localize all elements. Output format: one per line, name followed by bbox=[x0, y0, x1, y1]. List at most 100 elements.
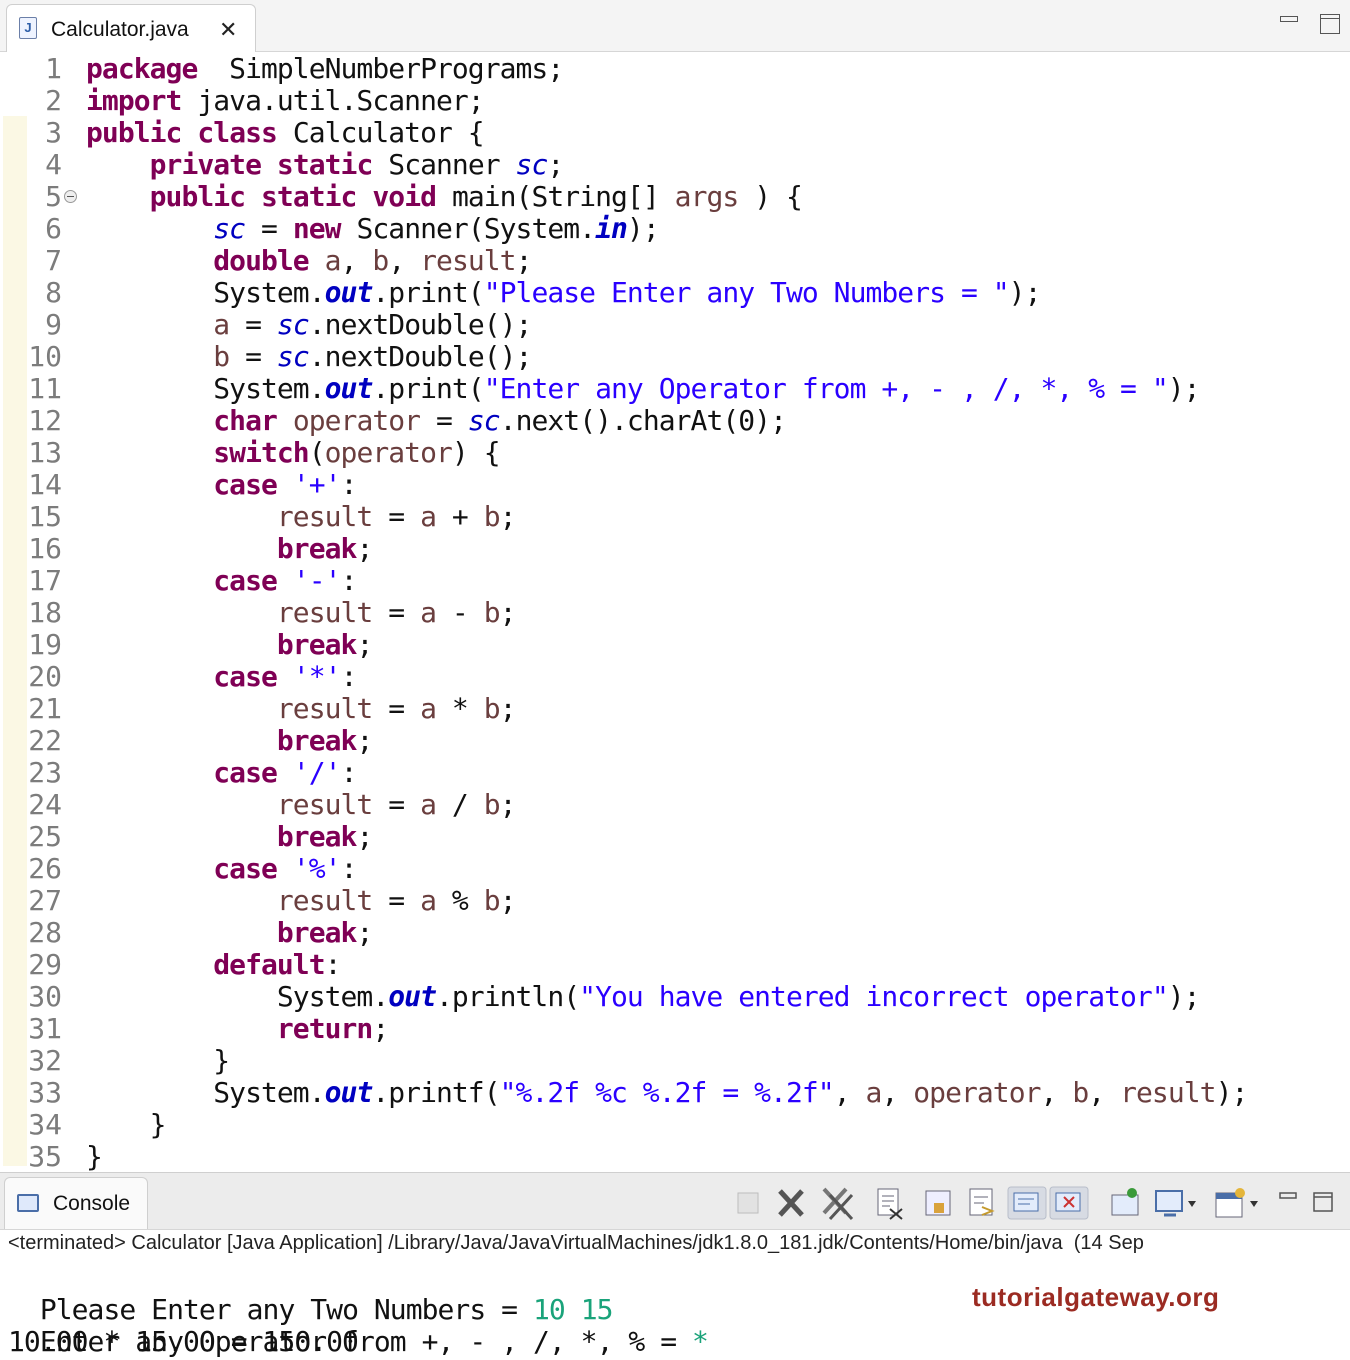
code-text: result = a - b; bbox=[86, 596, 517, 629]
code-line[interactable]: 18 result = a - b; bbox=[0, 597, 1350, 629]
code-token: ; bbox=[499, 692, 517, 725]
code-line[interactable]: 27 result = a % b; bbox=[0, 885, 1350, 917]
code-line[interactable]: 12 char operator = sc.next().charAt(0); bbox=[0, 405, 1350, 437]
code-token: b bbox=[483, 500, 501, 533]
line-number: 27 bbox=[28, 884, 62, 917]
code-text: return; bbox=[86, 1013, 389, 1045]
code-line[interactable]: 23 case '/': bbox=[0, 757, 1350, 789]
code-line[interactable]: 24 result = a / b; bbox=[0, 789, 1350, 821]
remove-all-launches-icon[interactable] bbox=[822, 1187, 854, 1221]
code-token: .next().charAt(0); bbox=[499, 404, 787, 437]
code-line[interactable]: 20 case '*': bbox=[0, 661, 1350, 693]
pin-console-icon[interactable] bbox=[1111, 1188, 1139, 1216]
fold-toggle-icon[interactable] bbox=[64, 190, 77, 203]
code-line[interactable]: 14 case '+': bbox=[0, 469, 1350, 501]
line-number: 30 bbox=[28, 980, 62, 1013]
code-line[interactable]: 35} bbox=[0, 1141, 1350, 1173]
code-token: ( bbox=[308, 436, 326, 469]
code-line[interactable]: 25 break; bbox=[0, 821, 1350, 853]
console-tab-bar: Console bbox=[0, 1172, 1350, 1230]
code-text: case '/': bbox=[86, 756, 357, 789]
open-console-icon[interactable] bbox=[1215, 1188, 1258, 1218]
code-line[interactable]: 30 System.out.println("You have entered … bbox=[0, 981, 1350, 1013]
code-token: : bbox=[340, 564, 358, 597]
code-line[interactable]: 28 break; bbox=[0, 917, 1350, 949]
user-input-2: * bbox=[692, 1325, 709, 1358]
code-token: .nextDouble(); bbox=[308, 340, 533, 373]
code-token: ); bbox=[626, 212, 660, 245]
minimize-icon[interactable] bbox=[1280, 16, 1298, 22]
console-output-line-3[interactable]: 10.00 * 15.00 = 150.00 bbox=[8, 1326, 359, 1358]
line-number: 19 bbox=[28, 628, 62, 661]
code-token: } bbox=[86, 1108, 167, 1141]
code-token: out bbox=[324, 1076, 374, 1109]
tab-calculator-java[interactable]: J Calculator.java ✕ bbox=[6, 4, 256, 52]
code-line[interactable]: 2 import java.util.Scanner; bbox=[0, 85, 1350, 117]
code-line[interactable]: 19 break; bbox=[0, 629, 1350, 661]
code-line[interactable]: 7 double a, b, result; bbox=[0, 245, 1350, 277]
code-line[interactable]: 10 b = sc.nextDouble(); bbox=[0, 341, 1350, 373]
code-line[interactable]: 5 public static void main(String[] args … bbox=[0, 181, 1350, 213]
code-line[interactable]: 34 } bbox=[0, 1109, 1350, 1141]
code-token: .println( bbox=[435, 980, 580, 1013]
close-tab-icon[interactable]: ✕ bbox=[219, 17, 237, 43]
scroll-lock-icon[interactable] bbox=[925, 1190, 951, 1216]
code-line[interactable]: 8 System.out.print("Please Enter any Two… bbox=[0, 277, 1350, 309]
maximize-view-icon[interactable] bbox=[1313, 1192, 1333, 1212]
code-line[interactable]: 13 switch(operator) { bbox=[0, 437, 1350, 469]
code-token: break bbox=[276, 628, 357, 661]
code-line[interactable]: 33 System.out.printf("%.2f %c %.2f = %.2… bbox=[0, 1077, 1350, 1109]
code-line[interactable]: 22 break; bbox=[0, 725, 1350, 757]
code-token: "%.2f %c %.2f = %.2f" bbox=[499, 1076, 835, 1109]
code-line[interactable]: 17 case '-': bbox=[0, 565, 1350, 597]
code-token: .print( bbox=[372, 276, 484, 309]
terminate-icon[interactable] bbox=[737, 1192, 759, 1214]
line-number: 13 bbox=[28, 436, 62, 469]
code-text: result = a * b; bbox=[86, 692, 517, 725]
console-icon bbox=[17, 1194, 39, 1212]
clear-console-icon[interactable] bbox=[877, 1188, 903, 1220]
display-selected-console-icon[interactable] bbox=[1155, 1190, 1196, 1217]
show-console-on-error-icon[interactable] bbox=[1055, 1192, 1081, 1212]
remove-launch-icon[interactable] bbox=[778, 1189, 804, 1217]
code-line[interactable]: 11 System.out.print("Enter any Operator … bbox=[0, 373, 1350, 405]
code-token: args bbox=[674, 180, 740, 213]
code-line[interactable]: 9 a = sc.nextDouble(); bbox=[0, 309, 1350, 341]
code-text: System.out.print("Enter any Operator fro… bbox=[86, 373, 1200, 405]
code-editor[interactable]: 1 package SimpleNumberPrograms; 2 import ja… bbox=[0, 52, 1350, 1173]
code-line[interactable]: 3 public class Calculator { bbox=[0, 117, 1350, 149]
code-line[interactable]: 1 package SimpleNumberPrograms; bbox=[0, 53, 1350, 85]
code-line[interactable]: 31 return; bbox=[0, 1013, 1350, 1045]
code-token: b bbox=[1072, 1076, 1089, 1109]
code-line[interactable]: 21 result = a * b; bbox=[0, 693, 1350, 725]
line-number: 31 bbox=[28, 1012, 62, 1045]
code-line[interactable]: 4 private static Scanner sc; bbox=[0, 149, 1350, 181]
code-token: double bbox=[213, 244, 309, 277]
line-number: 4 bbox=[45, 148, 62, 181]
code-line[interactable]: 32 } bbox=[0, 1045, 1350, 1077]
word-wrap-icon[interactable] bbox=[969, 1188, 995, 1216]
code-line[interactable]: 26 case '%': bbox=[0, 853, 1350, 885]
code-token: default bbox=[213, 948, 325, 981]
minimize-view-icon[interactable] bbox=[1279, 1192, 1297, 1199]
editor-tab-bar: J Calculator.java ✕ bbox=[0, 0, 1350, 52]
show-console-on-output-icon[interactable] bbox=[1013, 1192, 1039, 1212]
code-token: result bbox=[276, 692, 373, 725]
code-token: sc bbox=[467, 404, 501, 437]
code-line[interactable]: 16 break; bbox=[0, 533, 1350, 565]
code-token: ) { bbox=[451, 436, 501, 469]
code-line[interactable]: 15 result = a + b; bbox=[0, 501, 1350, 533]
code-token: ; bbox=[356, 628, 373, 661]
code-token: b bbox=[483, 596, 501, 629]
code-token: break bbox=[276, 820, 357, 853]
code-line[interactable]: 29 default: bbox=[0, 949, 1350, 981]
tab-console[interactable]: Console bbox=[4, 1177, 148, 1229]
maximize-icon[interactable] bbox=[1320, 14, 1340, 34]
code-line[interactable]: 6 sc = new Scanner(System.in); bbox=[0, 213, 1350, 245]
line-number: 11 bbox=[28, 372, 62, 405]
